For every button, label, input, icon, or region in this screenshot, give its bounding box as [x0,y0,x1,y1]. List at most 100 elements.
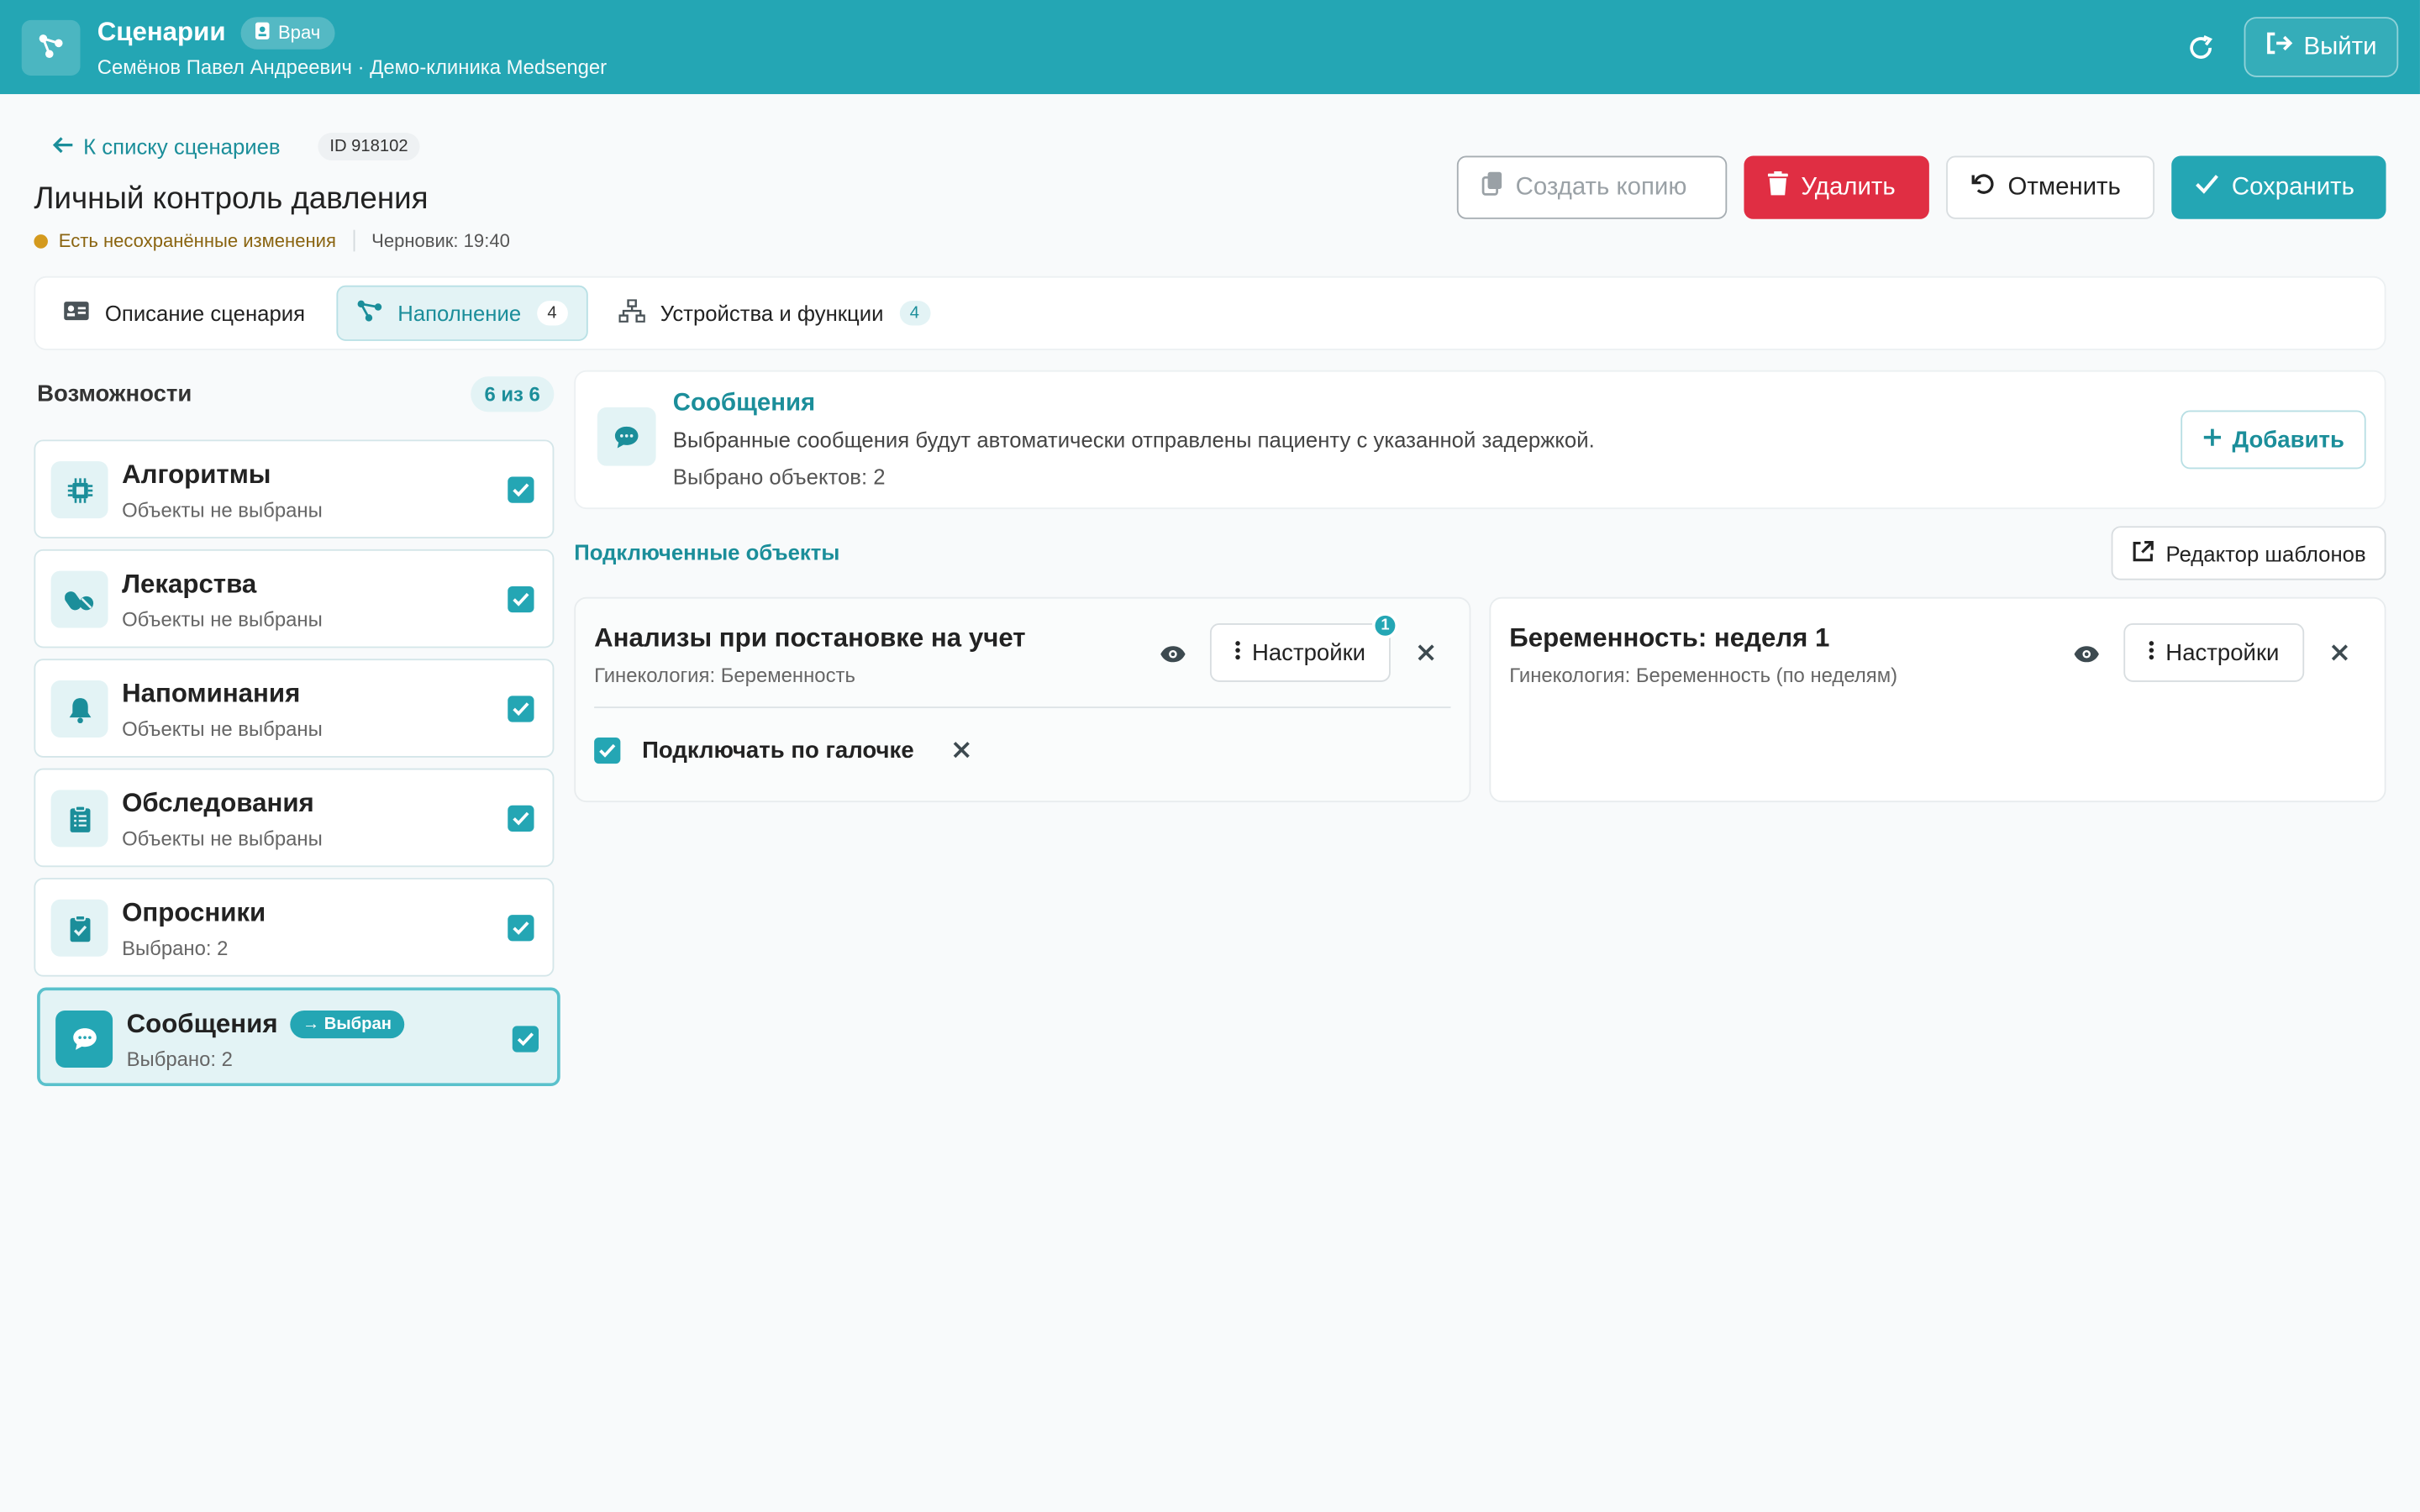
role-badge: Врач [240,16,334,49]
feature-checkbox[interactable] [508,805,534,832]
feature-card-algorithms[interactable]: Алгоритмы Объекты не выбраны [34,439,555,539]
check-icon [2195,173,2219,202]
feature-card-examinations[interactable]: Обследования Объекты не выбраны [34,768,555,868]
feature-status: Объекты не выбраны [122,498,323,522]
eye-icon[interactable] [2071,638,2102,669]
feature-card-questionnaires[interactable]: Опросники Выбрано: 2 [34,878,555,977]
connected-objects-title: Подключенные объекты [574,539,840,565]
sidebar-title: Возможности [37,381,192,407]
remove-icon[interactable] [2326,638,2354,666]
feature-status: Объекты не выбраны [122,827,323,851]
role-label: Врач [277,21,321,44]
object-subtitle: Гинекология: Беременность (по неделям) [1509,663,1898,687]
clipboard-list-icon [50,790,108,848]
tab-devices-count: 4 [898,301,930,326]
tab-content-label: Наполнение [397,301,522,326]
pills-icon [50,570,108,628]
feature-name: Алгоритмы [122,459,271,490]
feature-list: Алгоритмы Объекты не выбраны Лекарства О… [34,439,560,1096]
save-button[interactable]: Сохранить [2171,155,2386,219]
feature-status: Выбрано: 2 [122,936,229,960]
feature-checkbox[interactable] [508,915,534,942]
feature-name: Лекарства [122,569,257,599]
id-card-icon [63,301,89,325]
scenario-id-badge: ID 918102 [317,132,421,161]
info-selected-count: Выбрано объектов: 2 [672,464,886,490]
template-editor-button[interactable]: Редактор шаблонов [2112,526,2386,580]
delete-button[interactable]: Удалить [1744,155,1929,219]
app-logo[interactable] [21,18,81,76]
refresh-icon[interactable] [2181,29,2218,66]
option-checkbox[interactable] [594,737,621,764]
app-header: Сценарии Врач Семёнов Павел Андреевич · … [0,0,2420,95]
clipboard-check-icon [50,899,108,957]
nodes-icon [356,299,382,327]
connected-object-card: Анализы при постановке на учет Гинеколог… [574,596,1471,803]
kebab-icon [1235,639,1241,665]
save-label: Сохранить [2231,173,2354,200]
copy-button[interactable]: Создать копию [1456,155,1728,219]
tab-devices[interactable]: Устройства и функции 4 [600,286,949,341]
selected-badge-label: Выбран [324,1015,392,1034]
logout-button[interactable]: Выйти [2243,17,2399,77]
tab-content[interactable]: Наполнение 4 [335,285,588,341]
settings-button[interactable]: Настройки 1 [1209,612,1399,682]
feature-status: Выбрано: 2 [126,1047,233,1071]
feature-checkbox[interactable] [512,1026,539,1053]
feature-name: Опросники [122,897,266,927]
feature-card-reminders[interactable]: Напоминания Объекты не выбраны [34,659,555,758]
object-title: Беременность: неделя 1 [1509,623,1830,653]
feature-status: Объекты не выбраны [122,717,323,741]
bell-icon [50,680,108,738]
feature-name: Сообщения [126,1009,278,1039]
status-divider [353,229,355,252]
arrow-left-icon [52,134,74,159]
settings-button[interactable]: Настройки [2123,623,2305,682]
settings-label: Настройки [2165,639,2280,666]
tab-devices-label: Устройства и функции [660,301,884,326]
feature-checkbox[interactable] [508,585,534,613]
settings-label: Настройки [1251,639,1366,666]
object-title: Анализы при постановке на учет [594,623,1026,653]
unsaved-status: Есть несохранённые изменения [58,229,336,252]
tab-description-label: Описание сценария [104,301,306,326]
kebab-icon [2149,639,2154,665]
logout-icon [2265,31,2293,64]
nodes-icon [37,24,65,71]
template-editor-label: Редактор шаблонов [2165,540,2366,566]
status-row: Есть несохранённые изменения Черновик: 1… [34,229,510,252]
eye-icon[interactable] [1158,638,1189,669]
tab-description[interactable]: Описание сценария [45,286,324,341]
trash-icon [1767,171,1789,204]
object-option-row: Подключать по галочке [594,736,976,764]
back-link[interactable]: К списку сценариев [52,134,281,160]
arrow-right-icon: → [302,1015,324,1034]
add-button[interactable]: Добавить [2181,410,2366,470]
delete-label: Удалить [1801,173,1896,200]
add-label: Добавить [2232,426,2344,454]
external-link-icon [2132,539,2155,567]
cancel-button[interactable]: Отменить [1946,155,2155,219]
back-label: К списку сценариев [83,134,281,160]
remove-icon[interactable] [1413,638,1440,666]
feature-card-messages[interactable]: Сообщения → Выбран Выбрано: 2 [37,987,560,1087]
feature-checkbox[interactable] [508,476,534,503]
feature-status: Объекты не выбраны [122,607,323,632]
settings-count-badge: 1 [1371,612,1399,639]
feature-card-medications[interactable]: Лекарства Объекты не выбраны [34,549,555,648]
logout-label: Выйти [2303,33,2377,60]
copy-label: Создать копию [1515,173,1687,200]
option-label: Подключать по галочке [642,737,914,764]
user-subtitle: Семёнов Павел Андреевич · Демо-клиника M… [97,55,608,78]
remove-icon[interactable] [948,736,976,764]
feature-checkbox[interactable] [508,696,534,722]
chat-icon [55,1011,113,1068]
connected-object-card: Беременность: неделя 1 Гинекология: Бере… [1489,596,2386,803]
id-card-icon [255,21,270,45]
chat-icon [597,407,656,466]
draft-time: Черновик: 19:40 [371,229,510,252]
app-title: Сценарии [97,17,226,47]
info-description: Выбранные сообщения будут автоматически … [672,427,1595,453]
undo-icon [1970,171,1995,204]
sidebar-count-badge: 6 из 6 [470,376,555,412]
